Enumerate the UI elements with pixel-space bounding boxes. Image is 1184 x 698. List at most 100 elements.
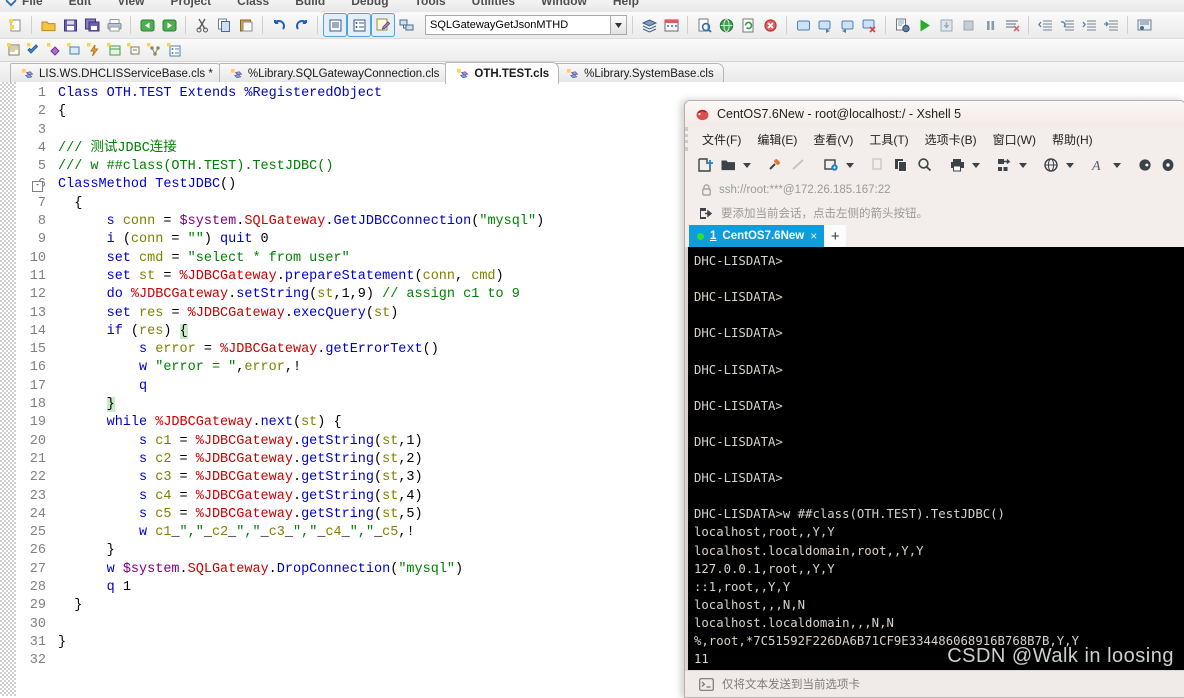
redo-icon[interactable] [290, 14, 312, 36]
paste-icon[interactable] [235, 14, 257, 36]
outdent-icon[interactable] [1078, 14, 1100, 36]
calendar-icon[interactable] [660, 14, 682, 36]
xshell-address-text[interactable]: ssh://root:***@172.26.185.167:22 [719, 184, 891, 196]
save-all-icon[interactable] [81, 14, 103, 36]
open-session-icon[interactable] [718, 154, 739, 176]
new-projection-icon[interactable] [164, 40, 184, 60]
web-icon[interactable] [715, 14, 737, 36]
new-session-icon[interactable] [695, 154, 716, 176]
terminal-output[interactable]: DHC-LISDATA> DHC-LISDATA> DHC-LISDATA> DHC-… [685, 247, 1184, 670]
class-editor-icon[interactable] [371, 13, 395, 37]
menu-project[interactable]: Project [170, 0, 211, 7]
new-property-icon[interactable] [24, 40, 44, 60]
pause-icon[interactable] [979, 14, 1001, 36]
indent-in-icon[interactable] [1056, 14, 1078, 36]
find-icon[interactable] [914, 154, 935, 176]
inspector-view-icon[interactable] [347, 13, 371, 37]
window-close-icon[interactable] [858, 14, 880, 36]
connect-icon[interactable] [765, 154, 786, 176]
find-in-files-icon[interactable] [693, 14, 715, 36]
menu-build[interactable]: Build [295, 0, 325, 7]
cut-icon[interactable] [191, 14, 213, 36]
menu-edit[interactable]: Edit [69, 0, 92, 7]
xshell-menu-tabs[interactable]: 选项卡(B) [925, 131, 977, 148]
new-method-icon[interactable] [44, 40, 64, 60]
menu-tools[interactable]: Tools [415, 0, 446, 7]
editor-fold-margin[interactable] [0, 82, 16, 696]
cut-icon[interactable] [868, 154, 889, 176]
step-into-icon[interactable] [935, 14, 957, 36]
menu-help[interactable]: Help [613, 0, 639, 7]
menu-utilities[interactable]: Utilities [472, 0, 515, 7]
package-icon[interactable] [638, 14, 660, 36]
font-dropdown-icon[interactable] [1111, 154, 1123, 176]
menu-file[interactable]: File [22, 0, 43, 7]
xshell-menu-edit[interactable]: 编辑(E) [757, 131, 797, 148]
run-icon[interactable] [913, 14, 935, 36]
globe-icon[interactable] [1041, 154, 1062, 176]
editor-tab-3[interactable]: %Library.SystemBase.cls [555, 63, 724, 84]
xshell-address-bar[interactable]: ssh://root:***@172.26.185.167:22 [685, 179, 1184, 201]
print-icon[interactable] [947, 154, 968, 176]
xshell-titlebar[interactable]: CentOS7.6New - root@localhost:/ - Xshell… [685, 101, 1184, 127]
fold-toggle-icon[interactable]: - [32, 180, 43, 192]
compile-icon[interactable] [891, 14, 913, 36]
transfer-dropdown-icon[interactable] [1017, 154, 1029, 176]
open-session-dropdown-icon[interactable] [741, 154, 753, 176]
new-document-icon[interactable] [4, 14, 26, 36]
window-next-icon[interactable] [814, 14, 836, 36]
menu-debug[interactable]: Debug [351, 0, 388, 7]
new-class-icon[interactable] [4, 40, 24, 60]
copy-icon[interactable] [891, 154, 912, 176]
close-icon[interactable]: × [810, 229, 817, 243]
back-arrow-icon[interactable] [136, 14, 158, 36]
menu-view[interactable]: View [117, 0, 144, 7]
open-folder-icon[interactable] [37, 14, 59, 36]
clear-breakpoints-icon[interactable] [1001, 14, 1023, 36]
method-combobox[interactable]: SQLGatewayGetJsonMTHD [425, 15, 611, 35]
window-icon[interactable] [792, 14, 814, 36]
method-combobox-dropdown-icon[interactable] [611, 15, 627, 35]
font-icon[interactable]: A [1088, 154, 1109, 176]
session-properties-dropdown-icon[interactable] [844, 154, 856, 176]
stop-debug-icon[interactable] [957, 14, 979, 36]
xshell-menu-tools[interactable]: 工具(T) [869, 131, 908, 148]
xshell-menu-file[interactable]: 文件(F) [702, 131, 741, 148]
indent-icon[interactable] [1100, 14, 1122, 36]
disconnect-icon[interactable] [788, 154, 809, 176]
stop-icon[interactable] [759, 14, 781, 36]
class-view-icon[interactable] [323, 13, 347, 37]
xshell-session-tab[interactable]: 1 CentOS7.6New × [689, 225, 825, 247]
forward-arrow-icon[interactable] [158, 14, 180, 36]
new-index-icon[interactable] [124, 40, 144, 60]
editor-tab-2[interactable]: OTH.TEST.cls [445, 62, 560, 84]
new-tab-button[interactable]: + [824, 225, 847, 247]
terminal-prompt-line[interactable]: DHC-LISDATA> [694, 668, 1184, 670]
transfer-icon[interactable] [994, 154, 1015, 176]
snail-icon[interactable] [1135, 154, 1156, 176]
new-xdata-icon[interactable] [144, 40, 164, 60]
add-session-arrow-icon[interactable] [699, 207, 713, 220]
indent-out-icon[interactable] [1034, 14, 1056, 36]
editor-tab-1[interactable]: %Library.SQLGatewayConnection.cls [218, 63, 450, 84]
copy-icon[interactable] [213, 14, 235, 36]
refresh-page-icon[interactable] [737, 14, 759, 36]
xshell-menu-help[interactable]: 帮助(H) [1052, 131, 1093, 148]
menu-window[interactable]: Window [541, 0, 587, 7]
debug-target-icon[interactable] [1133, 14, 1155, 36]
print-icon[interactable] [103, 14, 125, 36]
menu-class[interactable]: Class [237, 0, 269, 7]
globe-dropdown-icon[interactable] [1064, 154, 1076, 176]
xshell-menu-window[interactable]: 窗口(W) [993, 131, 1036, 148]
new-parameter-icon[interactable] [64, 40, 84, 60]
undo-icon[interactable] [268, 14, 290, 36]
xshell-window[interactable]: CentOS7.6New - root@localhost:/ - Xshell… [684, 100, 1184, 698]
print-dropdown-icon[interactable] [970, 154, 982, 176]
new-trigger-icon[interactable] [84, 40, 104, 60]
xshell-menu-view[interactable]: 查看(V) [813, 131, 853, 148]
new-query-icon[interactable] [104, 40, 124, 60]
editor-tab-0[interactable]: LIS.WS.DHCLISServiceBase.cls * [10, 63, 223, 84]
window-prev-icon[interactable] [836, 14, 858, 36]
session-properties-icon[interactable] [821, 154, 842, 176]
save-icon[interactable] [59, 14, 81, 36]
